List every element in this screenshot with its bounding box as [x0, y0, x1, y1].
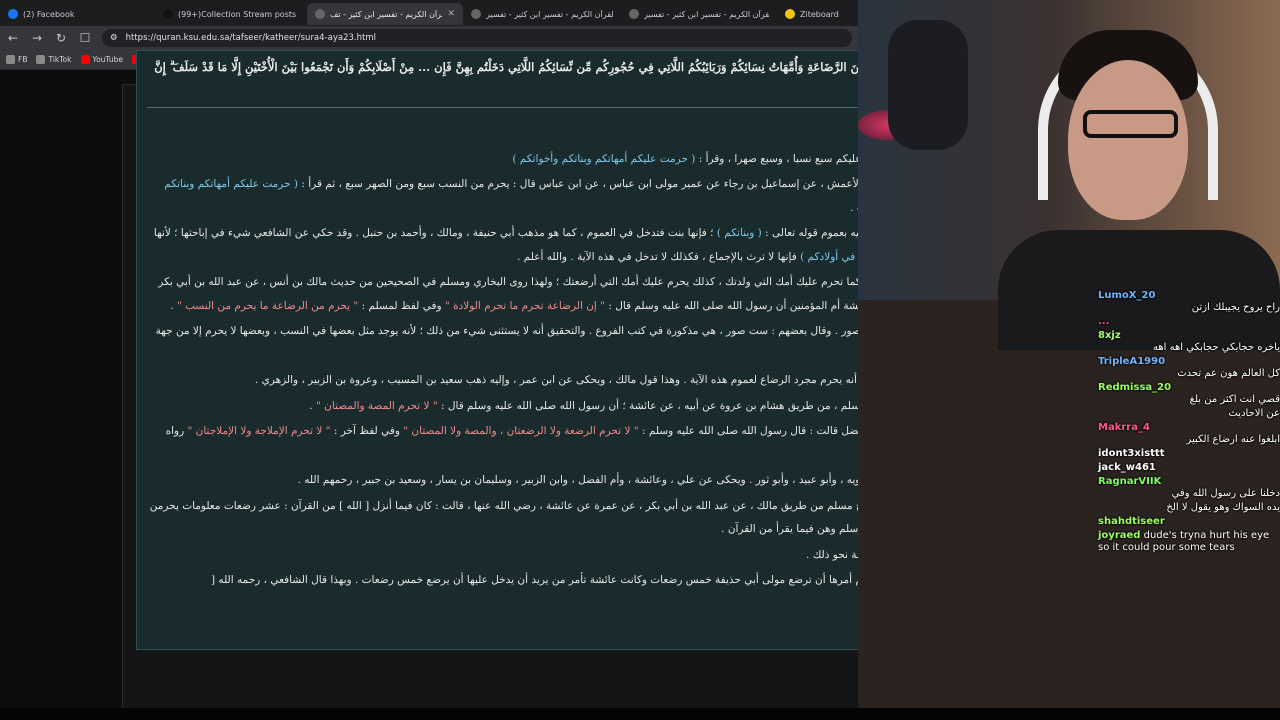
tafsir-segment: . [309, 399, 316, 412]
chat-text: كل العالم هون عم تحدث [1177, 368, 1280, 379]
chat-text: عن الاحاديث [1228, 408, 1280, 419]
forward-icon[interactable]: → [30, 31, 44, 45]
bookmark-label: YouTube [92, 55, 124, 64]
divider [147, 107, 859, 108]
back-icon[interactable]: ← [6, 31, 20, 45]
chat-text: ابلغوا عنه ارضاع الكبير [1186, 434, 1280, 445]
chat-message: 8xjz ياخره حجابكي حجابكي اهه اهه [1098, 330, 1280, 354]
bookmark-youtube[interactable]: YouTube [80, 55, 124, 64]
quran-quote: ( حرمت عليكم أمهاتكم وبناتكم وأخواتكم ) [512, 152, 696, 165]
tafsir-segment: وفي لفظ لمسلم : [358, 299, 445, 312]
chat-message: LumoX_20 راح يروح يجيبلك ازتن [1098, 290, 1280, 314]
chat-text: ياخره حجابكي حجابكي اهه اهه [1153, 342, 1280, 353]
youtube-icon [80, 55, 90, 64]
quran-quote: ( وبناتكم ) [716, 227, 762, 239]
tab-label: القرآن الكريم - تفسير ابن كثير - تفسير [486, 9, 613, 19]
glasses [1083, 110, 1178, 138]
chair [888, 20, 968, 150]
tafsir-segment: وفي لفظ آخر : [330, 425, 404, 437]
hadith-quote: " لا تحرم المصة والمصتان " [315, 399, 438, 412]
chat-username: shahdtiseer [1098, 516, 1165, 527]
quran-icon [315, 9, 325, 19]
bookmark-tiktok[interactable]: TikTok [36, 55, 72, 64]
hadith-quote: " يحرم من الرضاعة ما يحرم من النسب " [176, 299, 359, 312]
chat-message: shahdtiseer [1098, 516, 1280, 528]
browser-toolbar: ← → ↻ ☐ ⚙ https://quran.ksu.edu.sa/tafse… [0, 26, 858, 50]
tab-label: (99+)Collection Stream posts created [178, 9, 299, 19]
url-text: https://quran.ksu.edu.sa/tafseer/katheer… [125, 33, 376, 43]
facebook-icon [8, 9, 18, 19]
chat-username: LumoX_20 [1098, 290, 1156, 301]
chat-username: TripleA1990 [1098, 356, 1166, 367]
chat-message: joyraed dude's tryna hurt his eye so it … [1098, 530, 1280, 554]
chat-message: idont3xisttt [1098, 448, 1280, 460]
hadith-quote: " إن الرضاعة تحرم ما تحرم الولادة " [444, 299, 605, 312]
chat-message: يده السواك وهو يقول لا الخ [1098, 502, 1280, 514]
chat-username: joyraed [1098, 530, 1141, 541]
tab-4[interactable]: القرآن الكريم - تفسير ابن كثير - تفسير [621, 3, 777, 25]
chat-username: idont3xisttt [1098, 448, 1165, 459]
quran-icon [471, 9, 481, 19]
tab-1[interactable]: (99+)Collection Stream posts created [155, 3, 307, 25]
folder-icon [36, 55, 46, 64]
stream-chat: LumoX_20 راح يروح يجيبلك ازتن... 8xjz ياخره… [1098, 290, 1280, 600]
chat-message: ... [1098, 316, 1280, 328]
chat-text: قصي انت اكثر من بلغ [1189, 394, 1280, 405]
tab-strip: (2) Facebook (99+)Collection Stream posts… [0, 0, 858, 26]
chat-username: jack_w461 [1098, 462, 1156, 473]
tab-2[interactable]: القرآن الكريم - تفسير ابن كثير - تف ✕ [307, 3, 463, 25]
tab-5[interactable]: Ziteboard [777, 3, 857, 25]
ziteboard-icon [785, 9, 795, 19]
tiktok-icon [163, 9, 173, 19]
chat-text: راح يروح يجيبلك ازتن [1191, 302, 1280, 313]
bookmark-label: TikTok [48, 55, 72, 64]
tafsir-segment: . [170, 299, 177, 312]
chat-username: Redmissa_20 [1098, 382, 1172, 393]
address-bar[interactable]: ⚙ https://quran.ksu.edu.sa/tafseer/kathe… [102, 29, 852, 47]
chat-username: ... [1098, 316, 1110, 327]
tafsir-segment: فإنها لا ترث بالإجماع ، فكذلك لا تدخل في… [517, 250, 801, 263]
bookmark-label: FB [18, 55, 28, 64]
bookmark-fb[interactable]: FB [6, 55, 27, 64]
chat-username: RagnarVIIK [1098, 476, 1162, 487]
tab-label: القرآن الكريم - تفسير ابن كثير - تفسير [644, 9, 769, 19]
reload-icon[interactable]: ↻ [54, 31, 68, 45]
tab-label: (2) Facebook [23, 9, 75, 19]
chat-message: jack_w461 [1098, 462, 1280, 474]
tab-label: Ziteboard [800, 9, 839, 19]
chat-text: يده السواك وهو يقول لا الخ [1166, 502, 1280, 513]
quran-icon [629, 9, 639, 19]
close-tab-icon[interactable]: ✕ [447, 9, 455, 19]
bottom-bar [0, 708, 1280, 720]
chat-username: 8xjz [1098, 330, 1121, 341]
chat-username: Makrra_4 [1098, 422, 1150, 433]
chat-text: دخلنا على رسول الله وفي [1171, 488, 1280, 499]
bookmark-icon[interactable]: ☐ [78, 31, 92, 45]
chat-message: Makrra_4 ابلغوا عنه ارضاع الكبير [1098, 422, 1280, 446]
chat-message: عن الاحاديث [1098, 408, 1280, 420]
site-info-icon[interactable]: ⚙ [110, 33, 118, 43]
chat-message: TripleA1990 كل العالم هون عم تحدث [1098, 356, 1280, 380]
tab-3[interactable]: القرآن الكريم - تفسير ابن كثير - تفسير [463, 3, 621, 25]
chat-message: RagnarVIIK دخلنا على رسول الله وفي [1098, 476, 1280, 500]
tab-0[interactable]: (2) Facebook [0, 3, 155, 25]
hadith-quote: " لا تحرم الرضعة ولا الرضعتان ، والمصة و… [403, 425, 639, 437]
tab-label: القرآن الكريم - تفسير ابن كثير - تف [330, 9, 443, 19]
streamer-face [1068, 60, 1188, 220]
folder-icon [6, 55, 15, 64]
chat-message: Redmissa_20 قصي انت اكثر من بلغ [1098, 382, 1280, 406]
hadith-quote: " لا تحرم الإملاجة ولا الإملاجتان " [187, 425, 331, 437]
